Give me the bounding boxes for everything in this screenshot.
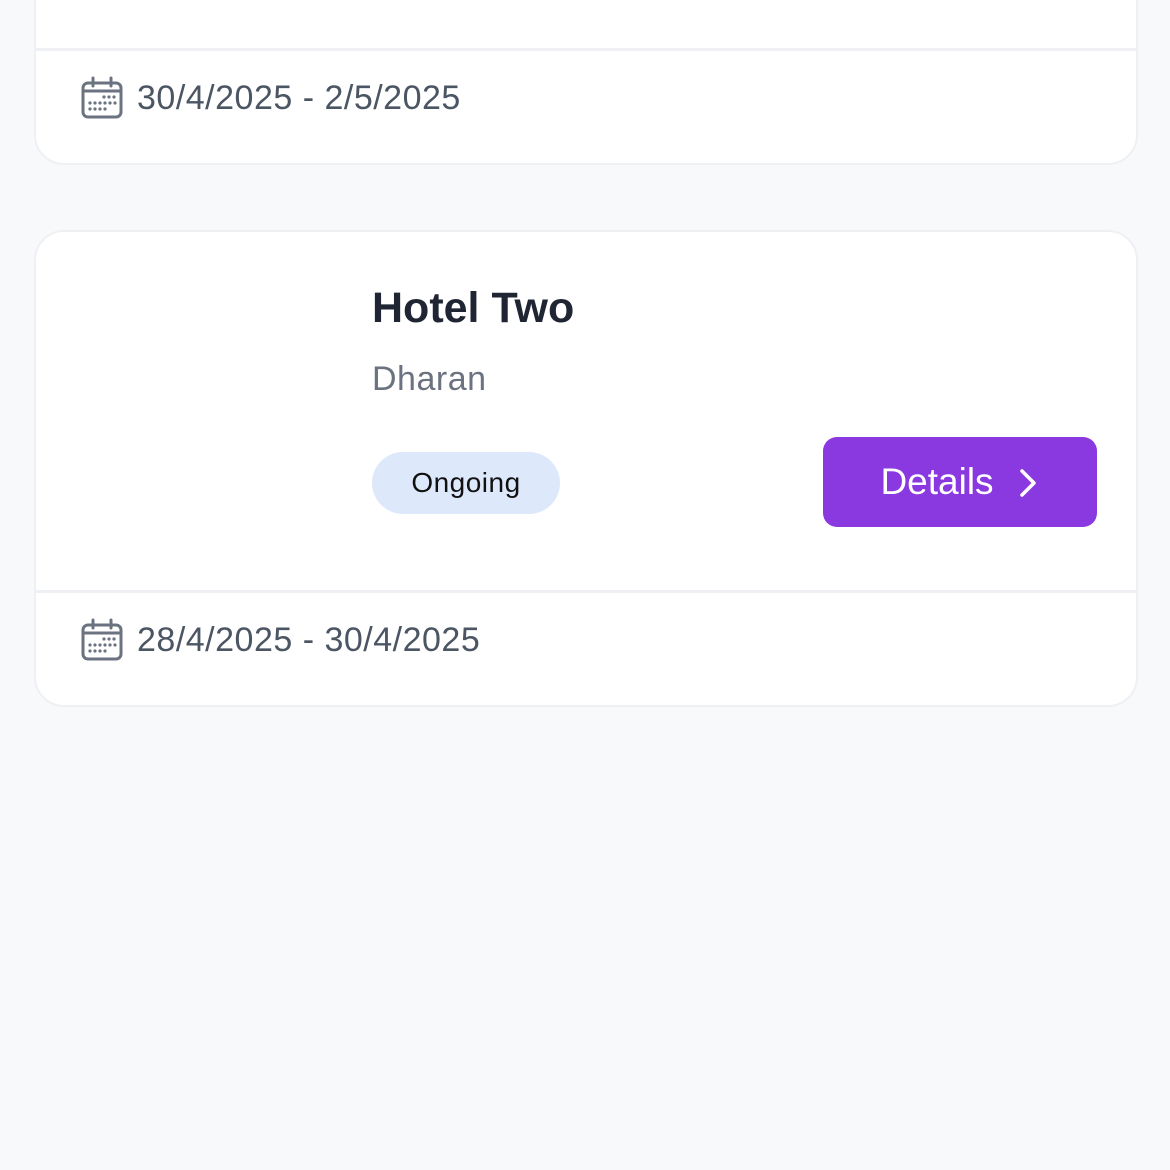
- details-button-label: Details: [880, 461, 994, 502]
- date-range-text: 30/4/2025 - 2/5/2025: [137, 78, 461, 117]
- booking-card-footer: 30/4/2025 - 2/5/2025: [36, 48, 1136, 165]
- date-range-text: 28/4/2025 - 30/4/2025: [137, 620, 481, 659]
- booking-card[interactable]: Hotel Two Dharan Ongoing Details 28/4/20…: [34, 230, 1138, 707]
- booking-card-footer: 28/4/2025 - 30/4/2025: [36, 590, 1136, 707]
- calendar-icon: [80, 618, 124, 662]
- status-badge: Ongoing: [372, 452, 560, 514]
- chevron-right-icon: [1016, 466, 1040, 498]
- details-button[interactable]: Details: [823, 437, 1097, 527]
- bookings-page: 30/4/2025 - 2/5/2025 Hotel Two Dharan On…: [0, 0, 1170, 1170]
- hotel-name: Hotel Two: [372, 284, 575, 332]
- date-range-row: 28/4/2025 - 30/4/2025: [80, 618, 480, 662]
- calendar-icon: [80, 76, 124, 120]
- hotel-location: Dharan: [372, 360, 487, 398]
- date-range-row: 30/4/2025 - 2/5/2025: [80, 76, 461, 120]
- booking-card[interactable]: 30/4/2025 - 2/5/2025: [34, 0, 1138, 165]
